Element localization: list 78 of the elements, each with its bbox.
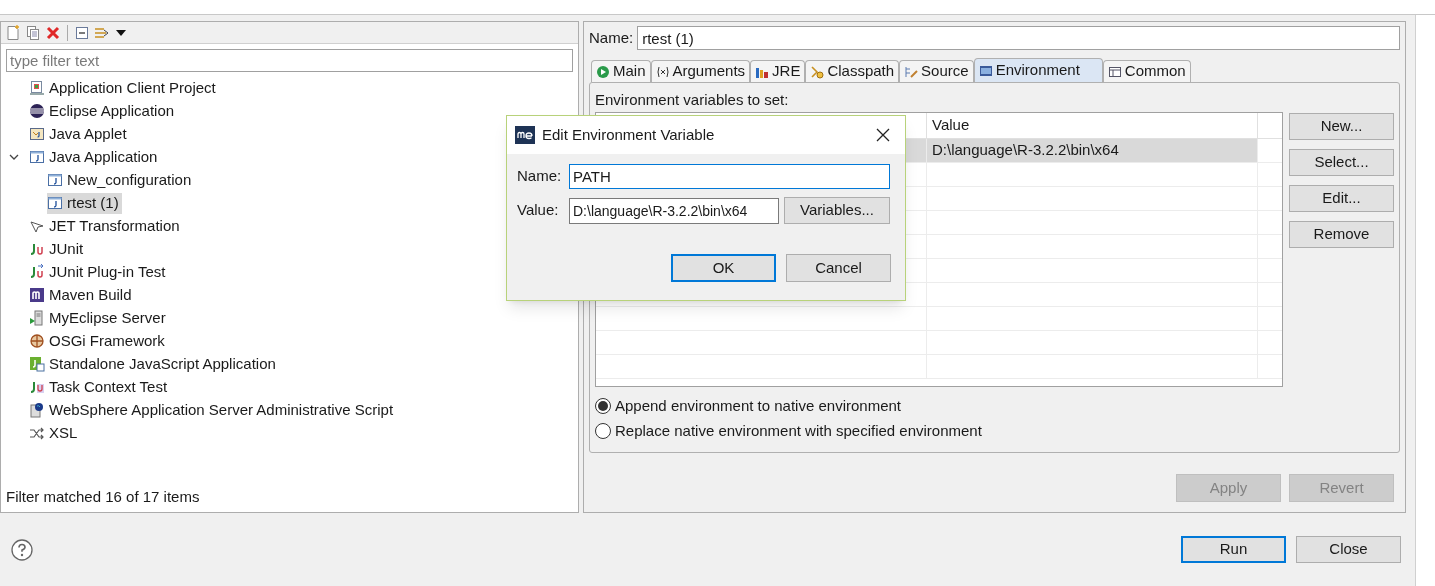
delete-icon bbox=[45, 24, 61, 41]
tree-item[interactable]: Maven Build bbox=[29, 284, 135, 306]
tree-item[interactable]: XSL bbox=[29, 422, 81, 444]
java-file-icon bbox=[47, 195, 63, 211]
script-server-icon bbox=[29, 402, 45, 418]
field-label: Value: bbox=[517, 200, 560, 221]
javascript-icon bbox=[29, 356, 45, 372]
variables-button[interactable]: Variables... bbox=[784, 197, 890, 224]
filter-field[interactable]: type filter text bbox=[6, 49, 573, 72]
filter-status: Filter matched 16 of 17 items bbox=[5, 486, 201, 507]
new-file-icon bbox=[5, 24, 21, 41]
applet-icon bbox=[29, 126, 45, 142]
tab[interactable]: JRE bbox=[750, 60, 806, 82]
section-heading: Environment variables to set: bbox=[595, 90, 790, 109]
table-cell: D:\language\R-3.2.2\bin\x64 bbox=[927, 139, 1258, 162]
chevron-down-icon[interactable] bbox=[9, 152, 19, 162]
tab[interactable]: Classpath bbox=[805, 60, 900, 82]
dialog-button[interactable]: Cancel bbox=[786, 254, 891, 282]
tab[interactable]: Main bbox=[591, 60, 651, 82]
radio-label: Append environment to native environment bbox=[615, 395, 901, 416]
table-icon bbox=[1107, 64, 1122, 79]
environment-icon bbox=[978, 63, 993, 78]
crosshair-icon bbox=[29, 333, 45, 349]
tree-item[interactable]: New_configuration bbox=[47, 169, 195, 191]
tree-item[interactable]: Java Applet bbox=[29, 123, 130, 145]
tree-item[interactable]: MyEclipse Server bbox=[29, 307, 169, 329]
app-logo-icon bbox=[515, 126, 535, 144]
tab[interactable]: Environment bbox=[973, 58, 1103, 82]
run-icon bbox=[596, 64, 610, 79]
tree-item[interactable]: Task Context Test bbox=[29, 376, 171, 398]
column-header: Value bbox=[927, 113, 1258, 138]
tree-item[interactable]: rtest (1) bbox=[47, 192, 122, 214]
shuffle-icon bbox=[29, 425, 45, 441]
tree-item[interactable]: JUnit Plug-in Test bbox=[29, 261, 169, 283]
collapse-icon bbox=[74, 24, 90, 41]
side-button[interactable]: Select... bbox=[1289, 149, 1394, 176]
eclipse-icon bbox=[29, 103, 45, 119]
name-field[interactable]: rtest (1) bbox=[637, 26, 1400, 50]
dropdown-caret-icon bbox=[116, 29, 126, 36]
name-field[interactable]: PATH bbox=[569, 164, 890, 189]
tree-item[interactable]: WebSphere Application Server Administrative Script bbox=[29, 399, 397, 421]
tree-item[interactable]: Application Client Project bbox=[29, 77, 219, 99]
side-button[interactable]: Remove bbox=[1289, 221, 1394, 248]
copy-icon bbox=[25, 24, 41, 41]
dialog-button[interactable]: Close bbox=[1296, 536, 1401, 563]
help-icon bbox=[11, 538, 33, 561]
java-file-icon bbox=[47, 172, 63, 188]
server-icon bbox=[29, 310, 45, 326]
tree-item[interactable]: Eclipse Application bbox=[29, 100, 178, 122]
tree-item[interactable]: Java Application bbox=[29, 146, 161, 168]
dialog-button[interactable]: Run bbox=[1181, 536, 1286, 563]
dialog-button[interactable]: OK bbox=[671, 254, 776, 282]
maven-icon bbox=[29, 287, 45, 303]
tab[interactable]: Arguments bbox=[650, 60, 751, 82]
tab[interactable]: Source bbox=[899, 60, 974, 82]
tab[interactable]: Common bbox=[1102, 60, 1191, 82]
tree-item[interactable]: JUnit bbox=[29, 238, 87, 260]
close-icon bbox=[876, 128, 890, 142]
radio-button[interactable] bbox=[595, 423, 611, 439]
name-label: Name: bbox=[589, 27, 634, 48]
side-button[interactable]: New... bbox=[1289, 113, 1394, 140]
tree-item[interactable]: JET Transformation bbox=[29, 215, 183, 237]
field-label: Name: bbox=[517, 166, 563, 187]
document-icon bbox=[29, 80, 45, 96]
value-field[interactable]: D:\language\R-3.2.2\bin\x64 bbox=[569, 197, 779, 224]
java-file-icon bbox=[29, 149, 45, 165]
variable-icon bbox=[655, 64, 670, 79]
tree-item[interactable]: Standalone JavaScript Application bbox=[29, 353, 279, 375]
cursor-icon bbox=[29, 218, 45, 234]
classpath-icon bbox=[810, 64, 825, 79]
tree-item[interactable]: OSGi Framework bbox=[29, 330, 168, 352]
radio-label: Replace native environment with specified environment bbox=[615, 420, 982, 441]
task-test-icon bbox=[29, 379, 45, 395]
radio-button[interactable] bbox=[595, 398, 611, 414]
source-icon bbox=[904, 64, 919, 79]
side-button[interactable]: Edit... bbox=[1289, 185, 1394, 212]
junit-icon bbox=[29, 241, 45, 257]
junit-plugin-icon bbox=[29, 264, 45, 280]
